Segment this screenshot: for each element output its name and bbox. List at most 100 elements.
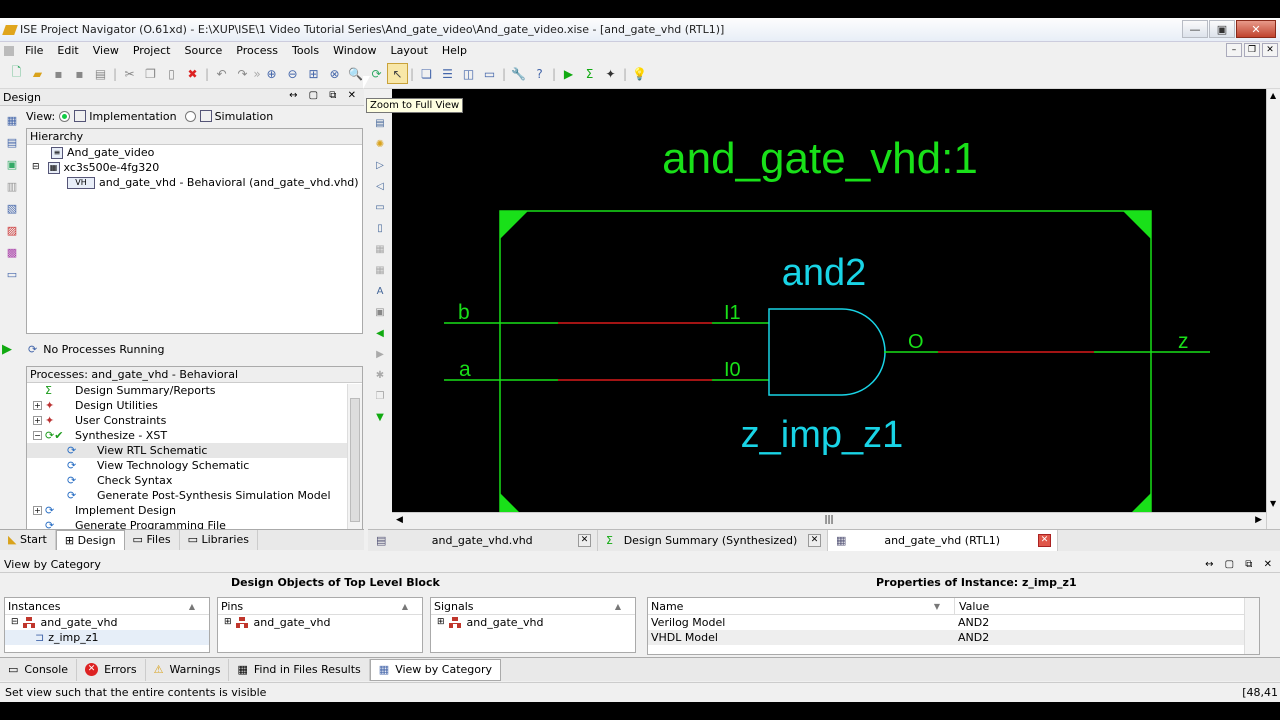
column-value[interactable]: Value [954,598,1259,614]
process-item[interactable]: +ΣDesign Summary/Reports [27,383,362,398]
collapse-icon[interactable]: ⊟ [32,160,40,175]
canvas-vertical-scrollbar[interactable]: ▲ ▼ [1266,89,1280,529]
list-item[interactable]: ⊐ z_imp_z1 [5,630,209,645]
simulation-label[interactable]: Simulation [215,110,274,123]
expand-icon[interactable]: ⊞ [437,615,445,630]
implementation-label[interactable]: Implementation [89,110,176,123]
show-icon[interactable]: ▦ [372,241,388,257]
expand-icon[interactable]: + [33,506,42,515]
properties-scrollbar[interactable] [1244,598,1259,654]
redo-icon[interactable]: ↷ [232,63,253,84]
expand-icon[interactable]: + [33,416,42,425]
hide-icon[interactable]: ▦ [372,262,388,278]
copy-schematic-icon[interactable]: ❐ [372,388,388,404]
stop-icon[interactable]: ✦ [600,63,621,84]
menu-project[interactable]: Project [126,44,178,57]
copy-icon[interactable]: ❐ [140,63,161,84]
implementation-radio[interactable] [59,110,71,122]
tab-view-by-category[interactable]: ▦ View by Category [369,658,502,681]
select-tool-icon[interactable]: ↖ [387,63,408,84]
save-icon[interactable]: ▪ [48,63,69,84]
process-item[interactable]: ⟳ View Technology Schematic [27,458,362,473]
expand-icon[interactable]: ⊞ [224,615,232,630]
lightbulb-icon[interactable]: 💡 [629,63,650,84]
tab-design[interactable]: ⊞ Design [55,530,125,550]
panel-controls[interactable]: ↔ ▢ ⧉ ✕ [1205,556,1276,573]
save-all-icon[interactable]: ▪ [69,63,90,84]
scroll-right-icon[interactable]: ▶ [1255,515,1262,525]
tree-item-project[interactable]: ≡ And_gate_video [27,145,362,160]
simulation-radio[interactable] [184,110,196,122]
properties-icon[interactable]: ▧ [4,200,20,216]
export-icon[interactable]: ▼ [372,409,388,425]
tile-vertical-icon[interactable]: ◫ [458,63,479,84]
sort-icon[interactable]: ▲ [402,598,408,615]
collapse-icon[interactable]: ⊟ [11,615,19,630]
expand-icon[interactable]: ✺ [372,136,388,152]
zoom-selection-icon[interactable]: ⊗ [324,63,345,84]
open-icon[interactable]: ▨ [4,222,20,238]
scroll-left-icon[interactable]: ◀ [396,515,403,525]
collapse-icon[interactable]: − [33,431,42,440]
open-folder-icon[interactable]: ▰ [27,63,48,84]
and-gate-symbol[interactable] [768,308,886,396]
mdi-restore-button[interactable]: ❐ [1244,43,1260,57]
schematic-canvas[interactable]: and_gate_vhd:1 and2 z_imp_z1 b a z I1 I0 [392,89,1266,522]
mdi-minimize-button[interactable]: – [1226,43,1242,57]
close-tab-icon[interactable]: ✕ [1038,534,1051,547]
zoom-out-icon[interactable]: ⊖ [282,63,303,84]
hierarchy-down-icon[interactable]: ▯ [372,220,388,236]
canvas-horizontal-scrollbar[interactable]: ◀ ||| ▶ [392,512,1266,526]
tile-horizontal-icon[interactable]: ☰ [437,63,458,84]
sort-icon[interactable]: ▼ [934,598,940,615]
delete-icon[interactable]: ✖ [182,63,203,84]
source-icon[interactable]: ▦ [4,112,20,128]
mdi-close-button[interactable]: ✕ [1262,43,1278,57]
new-file-icon[interactable]: 🗋 [6,63,27,84]
process-item[interactable]: + ✦ Design Utilities [27,398,362,413]
tab-design-summary[interactable]: Σ Design Summary (Synthesized) ✕ [598,530,828,551]
process-item[interactable]: ⟳ Check Syntax [27,473,362,488]
design-goals-icon[interactable]: 🔧 [508,63,529,84]
menu-window[interactable]: Window [326,44,383,57]
forward-icon[interactable]: ▷ [372,157,388,173]
column-name[interactable]: Name ▼ [648,598,954,614]
tab-start[interactable]: ◣ Start [0,530,56,550]
select-net-icon[interactable]: ▤ [372,115,388,131]
tab-libraries[interactable]: ▭ Libraries [180,530,258,550]
menu-tools[interactable]: Tools [285,44,326,57]
tab-find-results[interactable]: ▦ Find in Files Results [229,658,370,681]
add-source-icon[interactable]: ▤ [4,134,20,150]
processes-scrollbar[interactable] [347,384,362,546]
zoom-full-view-icon[interactable]: ⊞ [303,63,324,84]
undo-icon[interactable]: ↶ [211,63,232,84]
process-item[interactable]: + ✦ User Constraints [27,413,362,428]
backward-icon[interactable]: ◁ [372,178,388,194]
scroll-down-icon[interactable]: ▼ [1270,499,1276,508]
close-button[interactable]: ✕ [1236,20,1276,38]
cascade-windows-icon[interactable]: ❏ [416,63,437,84]
list-item[interactable]: ⊟ and_gate_vhd [5,615,209,630]
tab-errors[interactable]: ✕ Errors [77,658,146,681]
list-item[interactable]: ⊞ and_gate_vhd [431,615,635,630]
process-item[interactable]: ⟳ View RTL Schematic [27,443,362,458]
menu-source[interactable]: Source [177,44,229,57]
paste-icon[interactable]: ▯ [161,63,182,84]
print-icon[interactable]: ▤ [90,63,111,84]
hierarchy-up-icon[interactable]: ▭ [372,199,388,215]
menu-layout[interactable]: Layout [383,44,434,57]
print-schematic-icon[interactable]: ▣ [372,304,388,320]
remove-icon[interactable]: ▥ [4,178,20,194]
table-row[interactable]: Verilog Model AND2 [648,615,1259,630]
list-item[interactable]: ⊞ and_gate_vhd [218,615,422,630]
tab-rtl-schematic[interactable]: ▦ and_gate_vhd (RTL1) ✕ [828,530,1058,551]
tab-console[interactable]: ▭ Console [0,658,78,681]
process-item[interactable]: + ⟳ Implement Design [27,503,362,518]
scroll-grip-icon[interactable]: ||| [824,515,833,525]
menu-help[interactable]: Help [435,44,474,57]
menu-view[interactable]: View [86,44,126,57]
close-tab-icon[interactable]: ✕ [578,534,591,547]
run-process-icon[interactable]: ▶ [2,342,12,357]
tab-files[interactable]: ▭ Files [125,530,180,550]
help-icon[interactable]: ? [529,63,550,84]
